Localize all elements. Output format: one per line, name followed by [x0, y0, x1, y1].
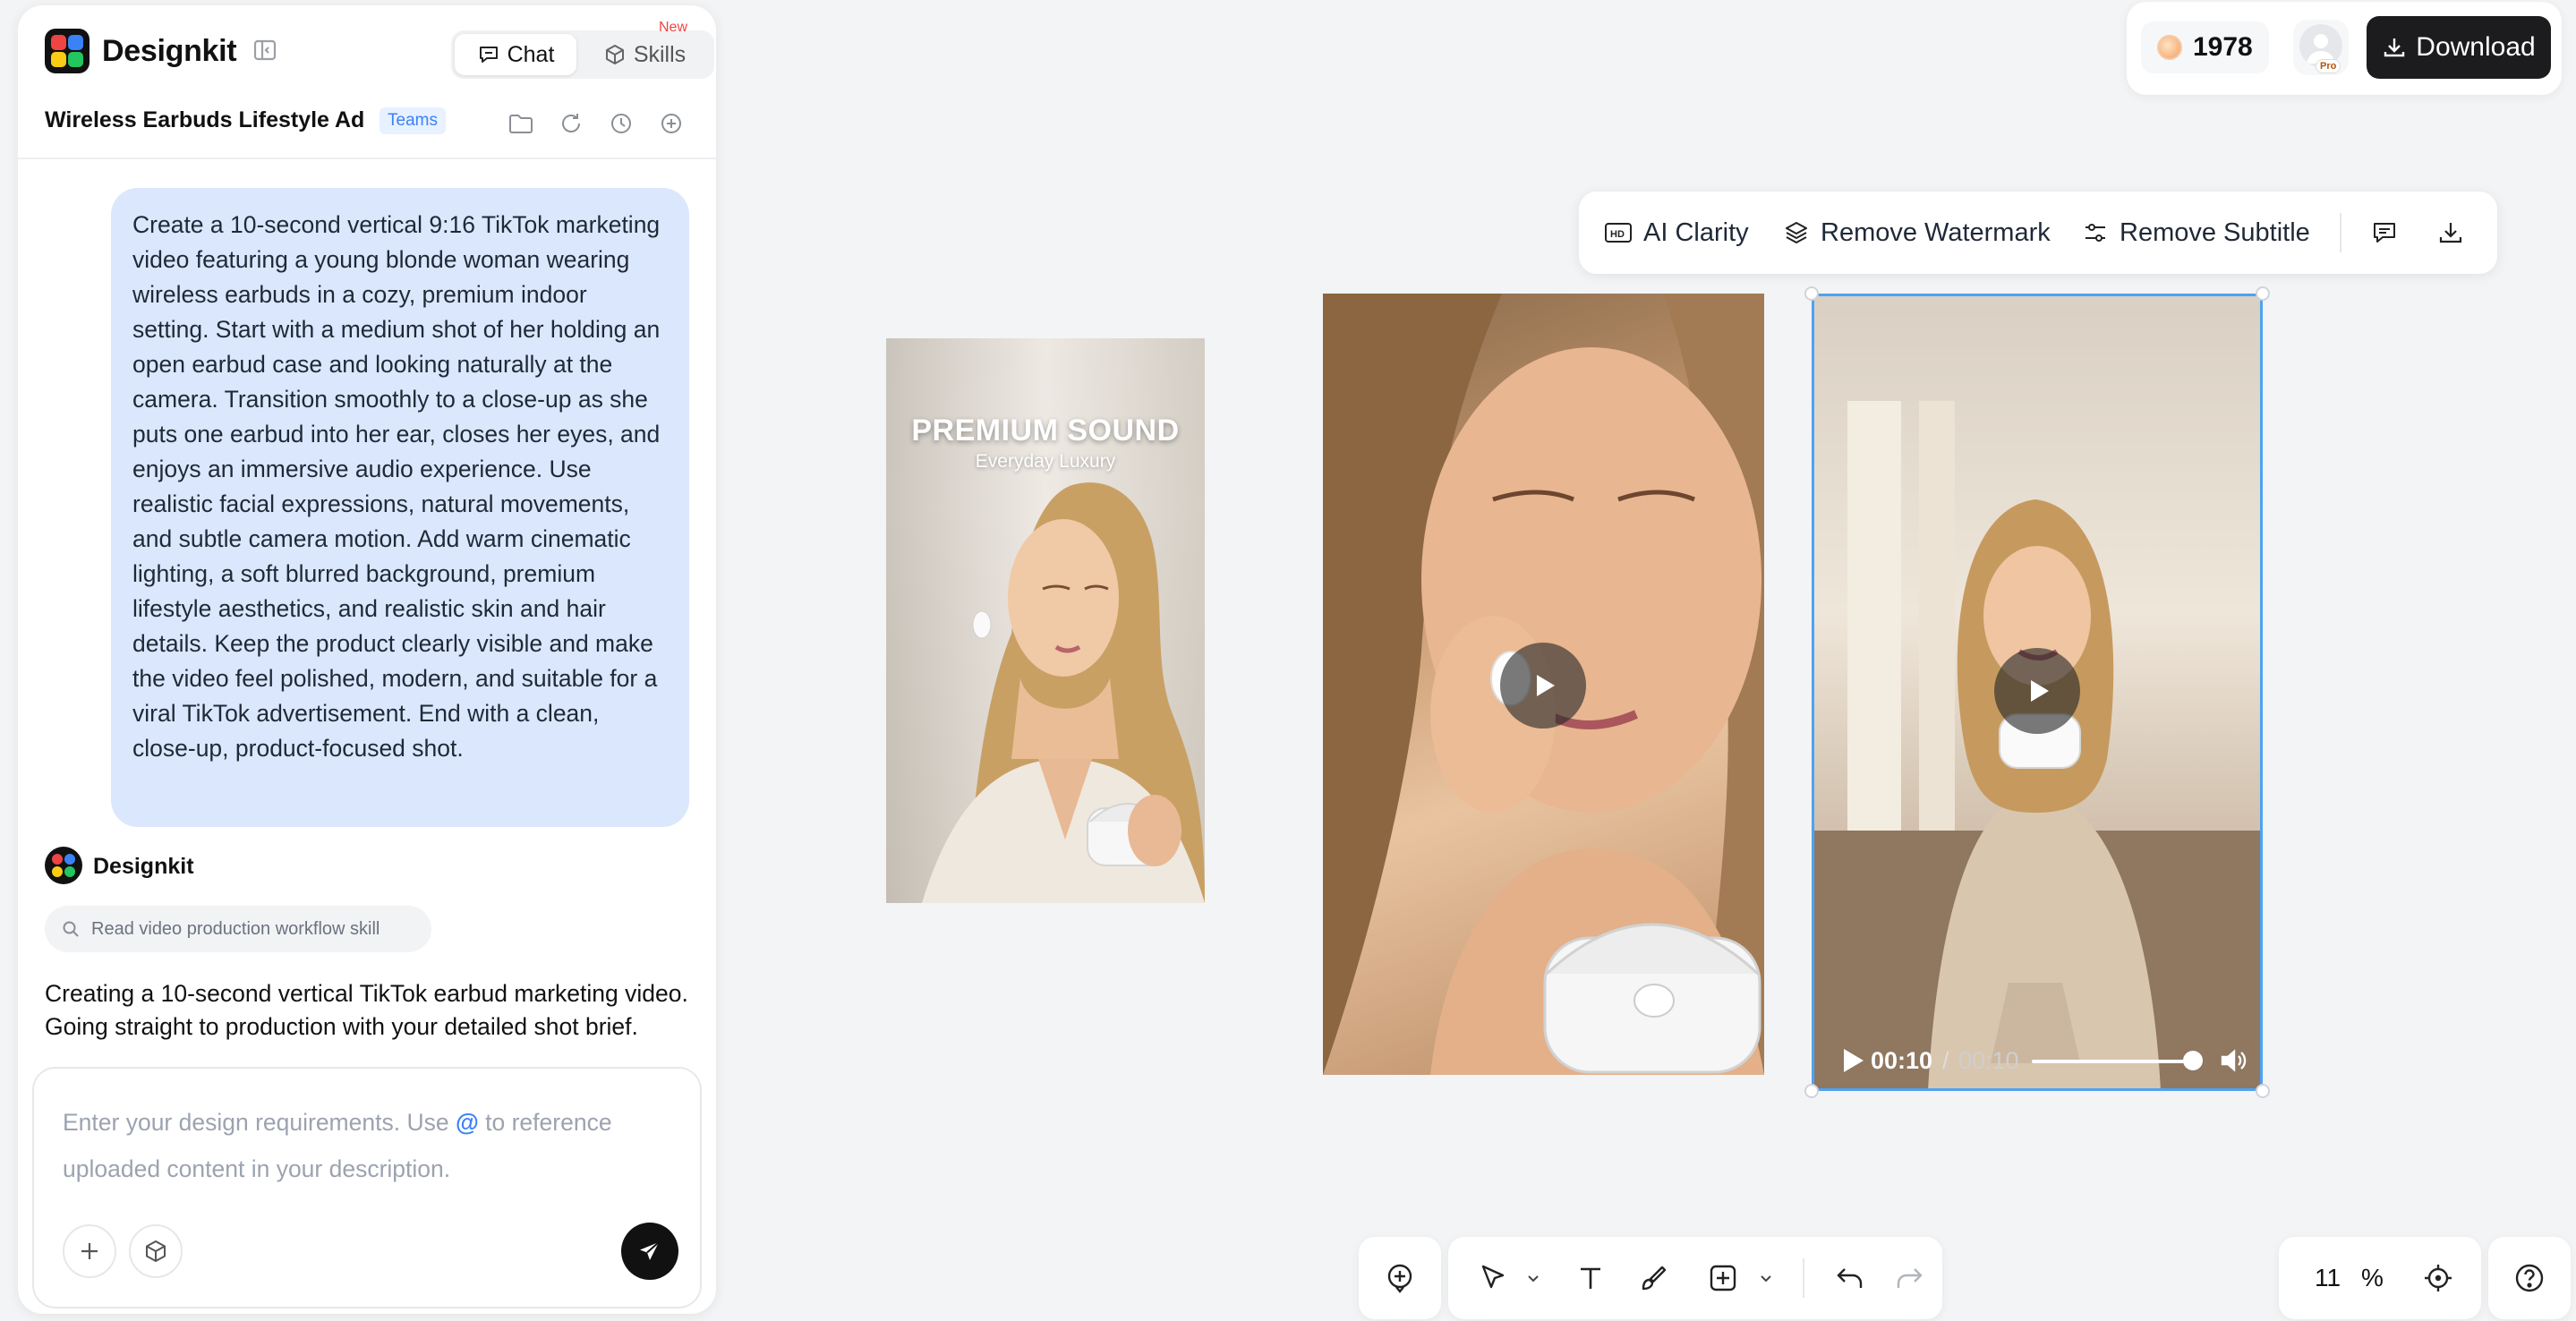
bot-name: Designkit: [93, 854, 194, 879]
pro-badge: Pro: [2316, 59, 2341, 73]
play-icon: [1525, 668, 1561, 703]
layers-icon: [1783, 219, 1810, 246]
add-box-icon[interactable]: [1693, 1237, 1753, 1319]
app-logo: [45, 29, 90, 73]
help-icon: [2512, 1261, 2546, 1295]
sidebar-collapse-icon[interactable]: [252, 38, 277, 63]
new-badge: New: [659, 20, 688, 35]
coin-icon: [2157, 35, 2182, 60]
pointer-icon[interactable]: [1466, 1237, 1520, 1319]
add-attachment-button[interactable]: [63, 1224, 116, 1278]
project-title[interactable]: Wireless Earbuds Lifestyle Ad: [45, 107, 364, 133]
zoom-control: 11 %: [2279, 1237, 2481, 1319]
credits-display[interactable]: 1978: [2141, 21, 2269, 73]
text-icon[interactable]: [1559, 1237, 1622, 1319]
prompt-input-placeholder[interactable]: Enter your design requirements. Use @ to…: [63, 1099, 680, 1192]
folder-icon[interactable]: [507, 109, 535, 138]
media-toolbar: HD AI Clarity Remove Watermark Remove Su…: [1579, 192, 2497, 274]
add-node-icon: [1383, 1261, 1417, 1295]
download-icon[interactable]: [2436, 192, 2465, 274]
redo-icon[interactable]: [1880, 1237, 1939, 1319]
brush-icon[interactable]: [1622, 1237, 1685, 1319]
toolbar-divider: [2340, 213, 2341, 252]
remove-watermark-label: Remove Watermark: [1821, 217, 2051, 247]
bot-avatar: [45, 847, 82, 884]
focus-icon[interactable]: [2422, 1262, 2454, 1294]
download-button[interactable]: Download: [2367, 16, 2551, 79]
teams-badge: Teams: [380, 107, 446, 134]
undo-icon[interactable]: [1821, 1237, 1880, 1319]
send-button[interactable]: [621, 1223, 678, 1280]
canvas-video-closeup[interactable]: [1323, 294, 1764, 1075]
skills-button[interactable]: [129, 1224, 183, 1278]
remove-subtitle-label: Remove Subtitle: [2120, 217, 2310, 247]
header-divider: [18, 158, 716, 159]
resize-handle-top-left[interactable]: [1804, 286, 1819, 301]
app-name: Designkit: [102, 34, 237, 68]
svg-text:HD: HD: [1610, 229, 1625, 240]
image-subhead: Everyday Luxury: [975, 451, 1116, 472]
image-headline: PREMIUM SOUND: [911, 413, 1180, 447]
user-avatar[interactable]: Pro: [2293, 20, 2349, 75]
account-bar: 1978 Pro Download: [2127, 2, 2562, 95]
tab-skills[interactable]: Skills: [582, 34, 707, 75]
plus-icon: [76, 1238, 103, 1265]
bot-message: Creating a 10-second vertical TikTok ear…: [45, 980, 688, 1040]
ai-clarity-label: AI Clarity: [1643, 217, 1749, 247]
canvas-toolbar: [1448, 1237, 1942, 1319]
sliders-icon: [2082, 219, 2109, 246]
tab-skills-label: Skills: [633, 41, 687, 67]
hd-icon: HD: [1604, 220, 1633, 245]
zoom-value[interactable]: 11: [2315, 1264, 2341, 1292]
mode-switch: Chat Skills: [451, 30, 714, 79]
remove-subtitle-button[interactable]: Remove Subtitle: [2082, 192, 2310, 274]
add-node-button[interactable]: [1359, 1237, 1441, 1319]
comment-icon[interactable]: [2370, 192, 2399, 274]
tab-chat[interactable]: Chat: [455, 34, 576, 75]
resize-handle-bottom-left[interactable]: [1804, 1084, 1819, 1098]
download-icon: [2382, 35, 2407, 60]
chat-panel: Designkit Chat Skills New Wireless Earbu…: [18, 5, 716, 1314]
download-label: Download: [2416, 32, 2536, 62]
send-icon: [636, 1238, 663, 1265]
tool-step-label: Read video production workflow skill: [91, 918, 380, 939]
refresh-icon[interactable]: [557, 109, 585, 138]
tool-step-chip[interactable]: Read video production workflow skill: [45, 906, 431, 952]
credits-value: 1978: [2193, 32, 2253, 62]
skills-cube-icon: [603, 43, 627, 66]
user-message: Create a 10-second vertical 9:16 TikTok …: [111, 188, 689, 827]
resize-handle-top-right[interactable]: [2256, 286, 2270, 301]
selection-frame: [1812, 294, 2263, 1091]
ai-clarity-button[interactable]: HD AI Clarity: [1604, 192, 1749, 274]
zoom-unit: %: [2361, 1264, 2384, 1291]
cube-icon: [142, 1238, 169, 1265]
toolbar-divider: [1803, 1258, 1804, 1298]
search-icon: [61, 919, 81, 939]
tab-chat-label: Chat: [507, 41, 555, 67]
canvas-image-premium-sound[interactable]: PREMIUM SOUND Everyday Luxury: [886, 338, 1205, 903]
play-button[interactable]: [1500, 643, 1586, 729]
chevron-down-icon[interactable]: [1753, 1237, 1779, 1319]
remove-watermark-button[interactable]: Remove Watermark: [1783, 192, 2051, 274]
resize-handle-bottom-right[interactable]: [2256, 1084, 2270, 1098]
chevron-down-icon[interactable]: [1520, 1237, 1547, 1319]
chat-icon: [477, 43, 500, 66]
new-chat-icon[interactable]: [657, 109, 686, 138]
history-icon[interactable]: [607, 109, 635, 138]
help-button[interactable]: [2488, 1237, 2571, 1319]
